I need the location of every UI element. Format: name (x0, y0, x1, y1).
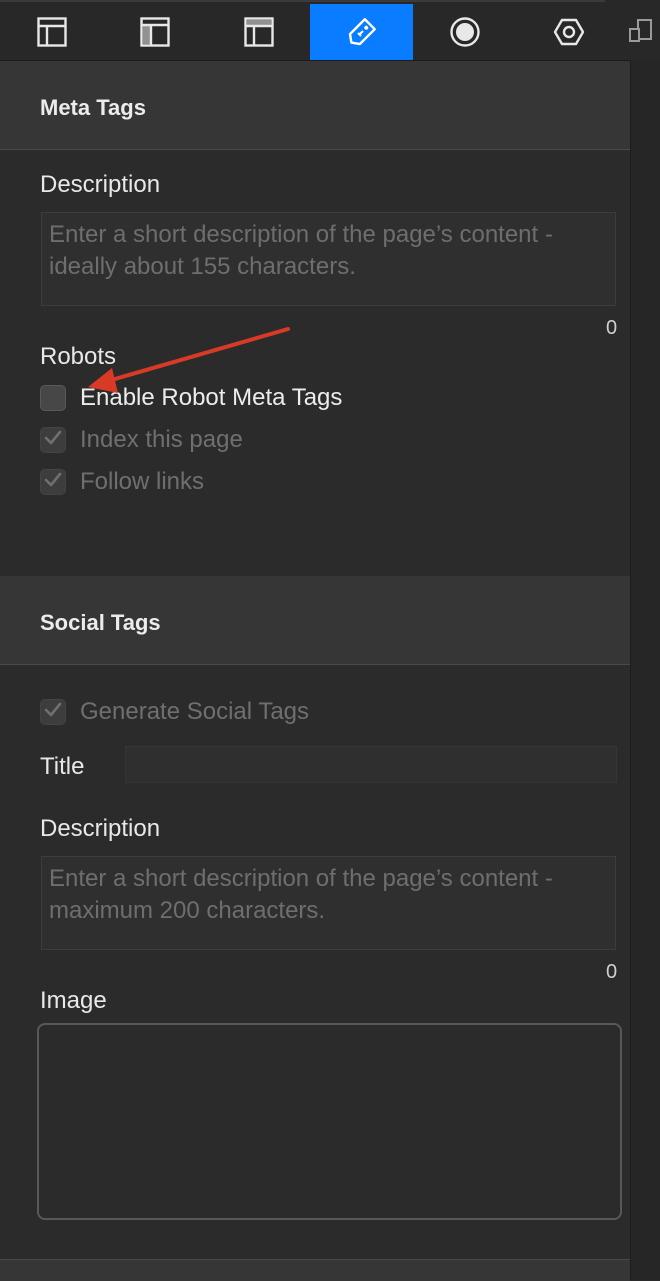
annotation-arrow (88, 327, 290, 393)
